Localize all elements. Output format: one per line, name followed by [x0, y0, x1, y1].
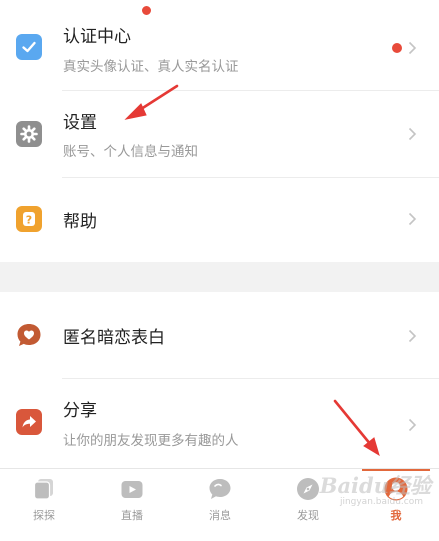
menu-group-account: 认证中心 真实头像认证、真人实名认证 设置 账号、个人信息与通知 ? 帮助 [0, 0, 439, 262]
tab-tantan[interactable]: 探探 [0, 469, 88, 541]
menu-item-settings[interactable]: 设置 账号、个人信息与通知 [0, 91, 439, 177]
menu-item-title: 分享 [63, 401, 97, 421]
cards-icon [33, 479, 53, 500]
bottom-tab-bar: 探探 直播 消息 发现 我 [0, 5, 439, 541]
menu-item-anonymous-confession[interactable]: 匿名暗恋表白 [0, 292, 439, 378]
svg-text:?: ? [26, 214, 32, 227]
menu-item-title: 匿名暗恋表白 [63, 328, 165, 348]
tab-live[interactable]: 直播 [88, 5, 176, 541]
tab-me[interactable]: 我 [352, 469, 439, 541]
menu-item-title: 设置 [63, 113, 97, 133]
menu-group-social: 匿名暗恋表白 分享 让你的朋友发现更多有趣的人 [0, 292, 439, 468]
tv-icon [121, 481, 143, 498]
live-badge-dot [141, 5, 152, 16]
menu-item-help[interactable]: ? 帮助 [0, 178, 439, 262]
chevron-right-icon [408, 212, 417, 226]
profile-icon [384, 477, 408, 501]
tab-label: 我 [390, 509, 402, 522]
menu-item-title: 认证中心 [63, 27, 131, 47]
heart-bubble-icon [16, 322, 42, 348]
gear-icon [16, 121, 42, 147]
chevron-right-icon [408, 418, 417, 432]
menu-item-subtitle: 真实头像认证、真人实名认证 [63, 59, 239, 75]
tab-discover[interactable]: 发现 [264, 469, 352, 541]
checkbox-icon [16, 34, 42, 60]
tab-label: 探探 [33, 509, 55, 522]
tab-label: 发现 [297, 509, 319, 522]
tab-label: 消息 [209, 509, 231, 522]
tab-label: 直播 [121, 509, 143, 522]
menu-item-share[interactable]: 分享 让你的朋友发现更多有趣的人 [0, 379, 439, 468]
question-icon: ? [16, 206, 42, 232]
screen: 认证中心 真实头像认证、真人实名认证 设置 账号、个人信息与通知 ? 帮助 匿名… [0, 0, 439, 541]
menu-item-title: 帮助 [63, 212, 97, 232]
share-icon [16, 409, 42, 435]
chevron-right-icon [408, 41, 417, 55]
compass-icon [297, 478, 319, 500]
notification-dot [392, 43, 402, 53]
menu-item-subtitle: 让你的朋友发现更多有趣的人 [63, 433, 239, 449]
tab-messages[interactable]: 消息 [176, 469, 264, 541]
chevron-right-icon [408, 127, 417, 141]
chat-icon [209, 479, 231, 499]
menu-item-certification[interactable]: 认证中心 真实头像认证、真人实名认证 [0, 0, 439, 90]
chevron-right-icon [408, 329, 417, 343]
menu-item-subtitle: 账号、个人信息与通知 [63, 144, 198, 160]
